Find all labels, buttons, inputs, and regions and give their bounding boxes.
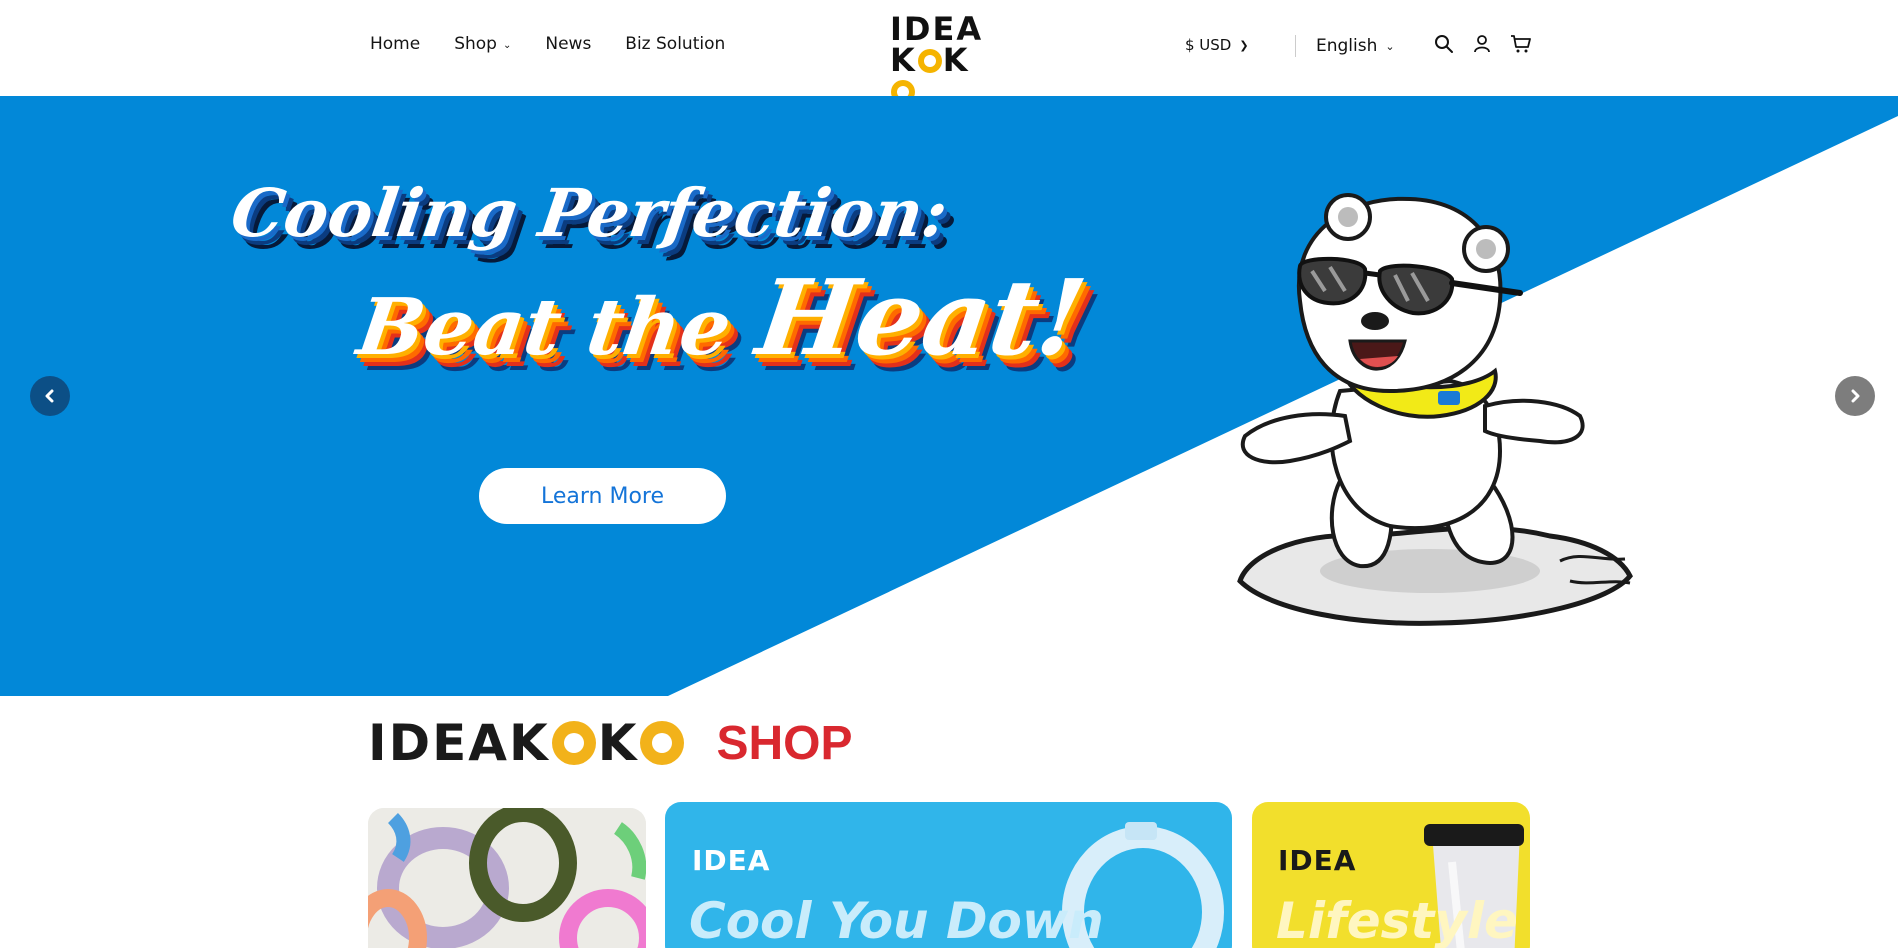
- logo-k1: K: [890, 41, 917, 79]
- learn-more-button[interactable]: Learn More: [479, 468, 726, 524]
- nav-shop[interactable]: Shop ⌄: [454, 34, 511, 54]
- site-header: Home Shop ⌄ News Biz Solution IDEA KK $ U…: [0, 0, 1898, 104]
- header-divider: [1295, 35, 1296, 57]
- shop-brand-logo: IDEAK K: [368, 714, 686, 772]
- hero-title-line2: Beat the Heat!: [351, 256, 1093, 379]
- shop-brand-text-b: K: [597, 714, 639, 772]
- currency-label: $ USD: [1185, 36, 1232, 54]
- shop-card-lifestyle[interactable]: IDEA Lifestyle: [1252, 802, 1530, 948]
- hero-banner: Cooling Perfection: Beat the Heat! Learn…: [0, 96, 1898, 696]
- search-icon[interactable]: [1434, 34, 1456, 56]
- smiley-o-icon: [917, 49, 942, 73]
- site-logo[interactable]: IDEA KK: [890, 13, 994, 104]
- chevron-right-icon: [1851, 389, 1860, 403]
- nav-home[interactable]: Home: [370, 34, 420, 54]
- carousel-prev-button[interactable]: [30, 376, 70, 416]
- shop-card-neck-coolers[interactable]: [368, 808, 646, 948]
- hero-title-heat: Heat!: [750, 256, 1093, 379]
- main-nav: Home Shop ⌄ News Biz Solution: [370, 34, 759, 54]
- chevron-left-icon: [45, 389, 54, 403]
- cart-icon[interactable]: [1510, 34, 1532, 56]
- nav-biz-label: Biz Solution: [625, 34, 726, 54]
- chevron-down-icon: ❯: [1239, 38, 1249, 52]
- logo-k2: K: [942, 41, 970, 79]
- shop-section-title: IDEAK K SHOP: [368, 714, 853, 772]
- shop-card-cool-you-down[interactable]: IDEA Cool You Down: [665, 802, 1232, 948]
- smiley-o-icon: [640, 721, 685, 765]
- nav-home-label: Home: [370, 34, 421, 54]
- nav-news[interactable]: News: [545, 34, 591, 54]
- neck-cooler-rings-image: [368, 808, 646, 948]
- polar-bear-mascot-image: [1237, 193, 1633, 626]
- currency-selector[interactable]: $ USD ❯: [1185, 36, 1249, 54]
- card-headline: Lifestyle: [1276, 892, 1518, 948]
- nav-shop-label: Shop: [454, 34, 497, 54]
- card-idea-logo: IDEA: [1278, 844, 1357, 877]
- shop-brand-text-a: IDEAK: [368, 714, 550, 772]
- chevron-down-icon: ⌄: [1385, 39, 1395, 53]
- nav-biz-solution[interactable]: Biz Solution: [625, 34, 725, 54]
- smiley-o-icon: [551, 721, 596, 765]
- hero-title-line1: Cooling Perfection:: [226, 174, 953, 252]
- language-label: English: [1316, 36, 1378, 56]
- user-icon[interactable]: [1472, 34, 1494, 56]
- card-headline: Cool You Down: [689, 892, 1104, 948]
- language-selector[interactable]: English ⌄: [1316, 36, 1395, 56]
- chevron-down-icon: ⌄: [502, 39, 512, 51]
- carousel-next-button[interactable]: [1835, 376, 1875, 416]
- shop-word: SHOP: [716, 716, 853, 770]
- hero-title-beat: Beat the: [352, 282, 764, 373]
- nav-news-label: News: [545, 34, 592, 54]
- card-idea-logo: IDEA: [692, 844, 771, 877]
